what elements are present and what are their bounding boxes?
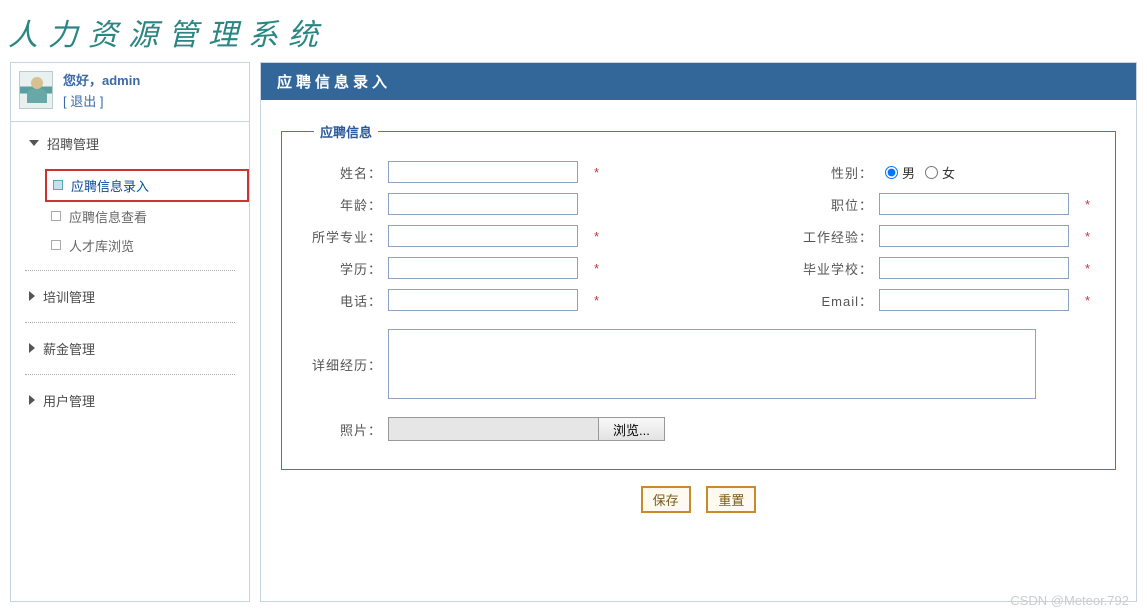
- browse-button[interactable]: 浏览...: [598, 417, 665, 441]
- label-resume: 详细经历：: [302, 355, 382, 374]
- required-marker: *: [1085, 293, 1095, 308]
- required-marker: *: [594, 261, 604, 276]
- radio-female-label: 女: [942, 163, 955, 182]
- input-email[interactable]: [879, 289, 1069, 311]
- file-path-display: [388, 417, 598, 441]
- nav-group-label: 招聘管理: [47, 134, 99, 153]
- label-gender: 性别：: [793, 163, 873, 182]
- nav-separator: [25, 374, 235, 375]
- nav-group-label: 培训管理: [43, 287, 95, 306]
- input-phone[interactable]: [388, 289, 578, 311]
- greeting-text: 您好，: [63, 73, 102, 88]
- input-position[interactable]: [879, 193, 1069, 215]
- nav-group-training[interactable]: 培训管理: [11, 275, 249, 318]
- required-marker: *: [1085, 261, 1095, 276]
- input-major[interactable]: [388, 225, 578, 247]
- label-age: 年龄：: [302, 195, 382, 214]
- input-name[interactable]: [388, 161, 578, 183]
- label-photo: 照片：: [302, 420, 382, 439]
- square-icon: [51, 211, 61, 221]
- square-icon: [51, 240, 61, 250]
- user-name: admin: [102, 73, 140, 88]
- caret-right-icon: [29, 395, 35, 405]
- sidebar: 您好，admin [ 退出 ] 招聘管理 应聘信息录入 应聘信息查看 人才库浏览: [10, 62, 250, 602]
- label-experience: 工作经验：: [793, 227, 873, 246]
- reset-button[interactable]: 重置: [706, 486, 756, 513]
- textarea-resume[interactable]: [388, 329, 1036, 399]
- nav-item-apply-view[interactable]: 应聘信息查看: [45, 202, 249, 231]
- content-header: 应聘信息录入: [261, 63, 1136, 100]
- avatar: [19, 71, 53, 109]
- label-education: 学历：: [302, 259, 382, 278]
- caret-right-icon: [29, 343, 35, 353]
- input-age[interactable]: [388, 193, 578, 215]
- nav-item-label: 应聘信息录入: [71, 176, 149, 195]
- nav-separator: [25, 270, 235, 271]
- nav-item-apply-entry[interactable]: 应聘信息录入: [45, 169, 249, 202]
- nav-group-salary[interactable]: 薪金管理: [11, 327, 249, 370]
- radio-male[interactable]: [885, 166, 898, 179]
- nav-group-recruit[interactable]: 招聘管理: [11, 122, 249, 165]
- watermark: CSDN @Meteor.792: [1010, 593, 1129, 608]
- radio-female[interactable]: [925, 166, 938, 179]
- nav-group-label: 用户管理: [43, 391, 95, 410]
- nav-group-label: 薪金管理: [43, 339, 95, 358]
- nav-item-label: 应聘信息查看: [69, 207, 147, 226]
- user-panel: 您好，admin [ 退出 ]: [11, 63, 249, 121]
- nav-group-user[interactable]: 用户管理: [11, 379, 249, 422]
- required-marker: *: [594, 165, 604, 180]
- label-school: 毕业学校：: [793, 259, 873, 278]
- square-icon: [53, 180, 63, 190]
- fieldset-apply-info: 应聘信息 姓名： * 性别： 男 女 年龄：: [281, 122, 1116, 470]
- label-position: 职位：: [793, 195, 873, 214]
- nav-separator: [25, 322, 235, 323]
- caret-down-icon: [29, 140, 39, 146]
- input-education[interactable]: [388, 257, 578, 279]
- content-panel: 应聘信息录入 应聘信息 姓名： * 性别： 男 女: [260, 62, 1137, 602]
- logout-link[interactable]: [ 退出 ]: [63, 92, 140, 113]
- input-school[interactable]: [879, 257, 1069, 279]
- label-major: 所学专业：: [302, 227, 382, 246]
- save-button[interactable]: 保存: [641, 486, 691, 513]
- label-name: 姓名：: [302, 163, 382, 182]
- required-marker: *: [1085, 229, 1095, 244]
- app-title: 人力资源管理系统: [0, 0, 1147, 62]
- radio-group-gender: 男 女: [879, 163, 1079, 182]
- label-email: Email：: [793, 291, 873, 310]
- label-phone: 电话：: [302, 291, 382, 310]
- input-experience[interactable]: [879, 225, 1069, 247]
- nav-item-label: 人才库浏览: [69, 236, 134, 255]
- fieldset-legend: 应聘信息: [314, 122, 378, 141]
- required-marker: *: [594, 293, 604, 308]
- required-marker: *: [1085, 197, 1095, 212]
- required-marker: *: [594, 229, 604, 244]
- radio-male-label: 男: [902, 163, 915, 182]
- nav-item-talent-pool[interactable]: 人才库浏览: [45, 231, 249, 260]
- caret-right-icon: [29, 291, 35, 301]
